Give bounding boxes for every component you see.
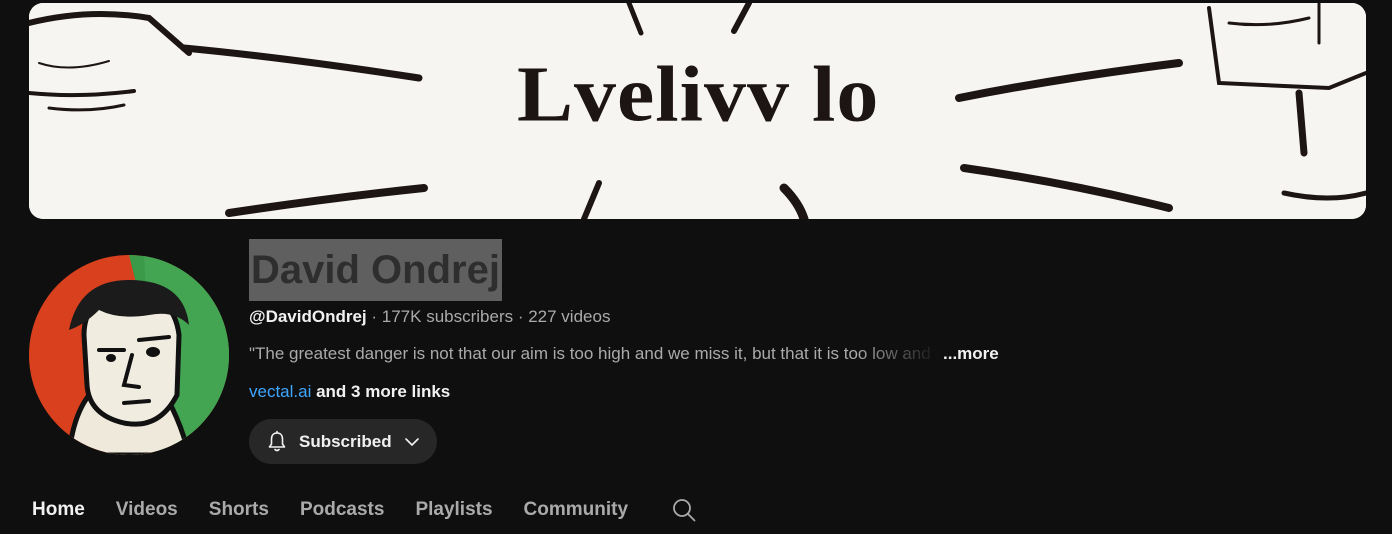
tab-shorts[interactable]: Shorts — [209, 492, 269, 528]
channel-meta: @DavidOndrej · 177K subscribers · 227 vi… — [249, 305, 610, 329]
bell-icon — [265, 430, 289, 454]
channel-links: vectal.ai and 3 more links — [249, 380, 450, 404]
tab-playlists[interactable]: Playlists — [415, 492, 492, 528]
subscriber-count: 177K subscribers — [381, 307, 514, 326]
channel-avatar[interactable] — [29, 255, 229, 455]
channel-tabs: Home Videos Shorts Podcasts Playlists Co… — [32, 490, 697, 530]
subscribed-button[interactable]: Subscribed — [249, 419, 437, 464]
avatar-illustration — [29, 255, 229, 455]
chevron-down-icon — [402, 432, 422, 452]
meta-separator: · — [513, 307, 529, 326]
channel-link[interactable]: vectal.ai — [249, 382, 311, 401]
search-icon[interactable] — [671, 497, 697, 523]
more-button[interactable]: ...more — [943, 344, 999, 363]
subscribed-label: Subscribed — [299, 431, 392, 451]
description-text: "The greatest danger is not that our aim… — [249, 344, 939, 363]
meta-separator: · — [366, 307, 382, 326]
tab-podcasts[interactable]: Podcasts — [300, 492, 384, 528]
tab-home[interactable]: Home — [32, 492, 85, 528]
channel-handle: @DavidOndrej — [249, 307, 367, 326]
tab-community[interactable]: Community — [524, 492, 629, 528]
banner-art-text: Lvelivv lo — [517, 50, 880, 139]
channel-banner: Lvelivv lo — [29, 3, 1366, 219]
channel-description[interactable]: "The greatest danger is not that our aim… — [249, 342, 1009, 366]
more-links-button[interactable]: and 3 more links — [311, 382, 450, 401]
video-count: 227 videos — [528, 307, 611, 326]
channel-name: David Ondrej — [249, 239, 502, 301]
tab-videos[interactable]: Videos — [116, 492, 178, 528]
